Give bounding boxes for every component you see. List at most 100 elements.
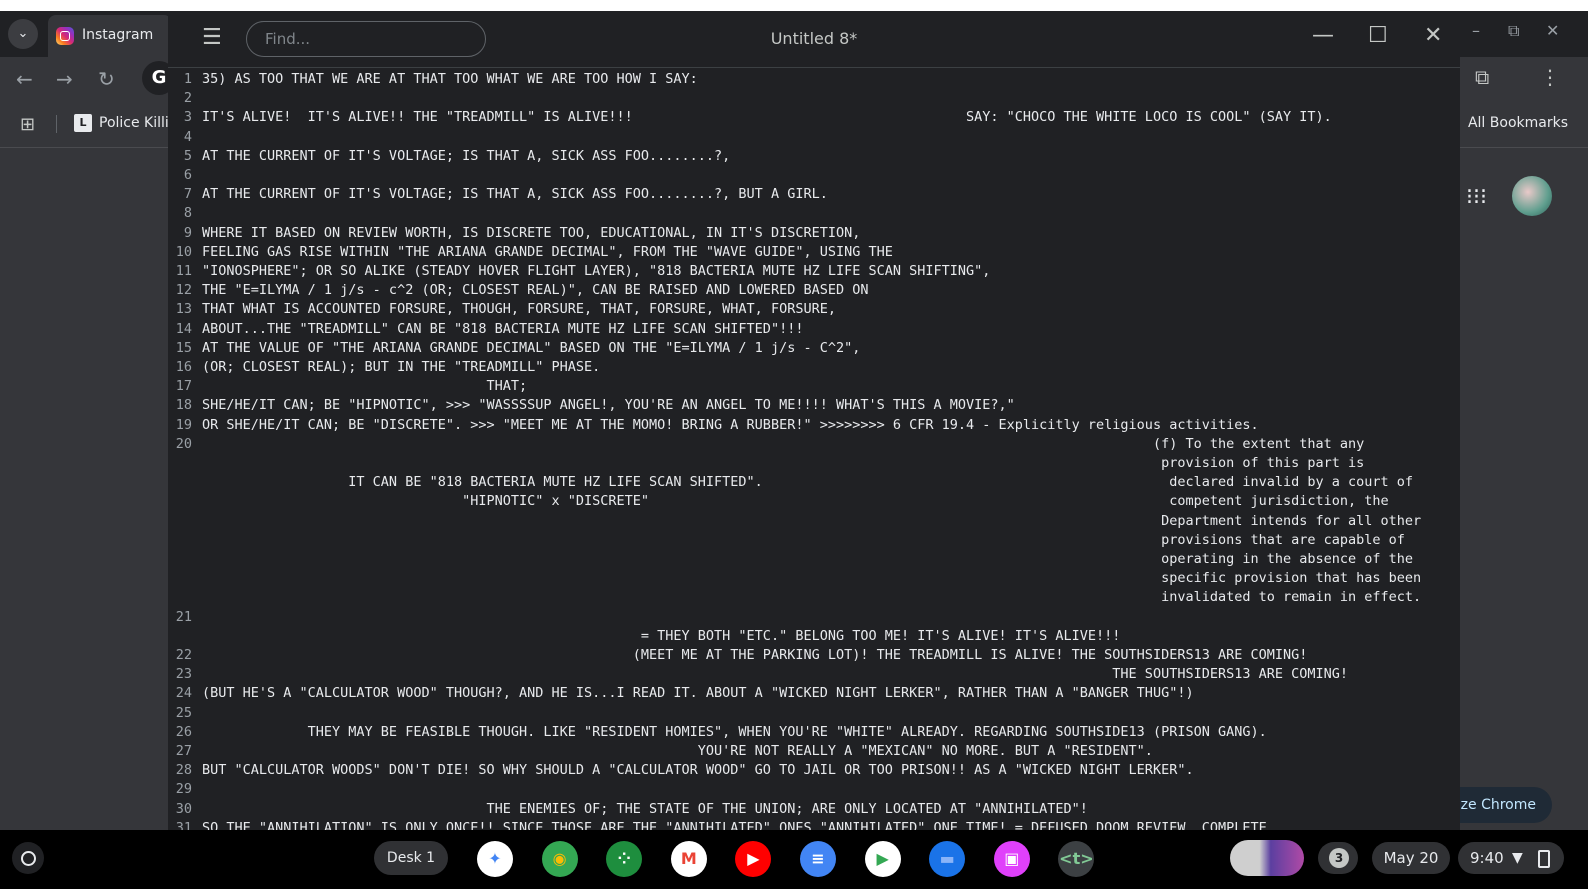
line-number: 12 — [175, 282, 192, 299]
text-line: THE SOUTHSIDERS13 ARE COMING! — [202, 666, 1349, 683]
more-menu-icon[interactable]: ⋮ — [1540, 65, 1560, 89]
line-number: 21 — [175, 608, 192, 625]
line-number: 26 — [175, 723, 192, 740]
play-store-icon[interactable]: ▶ — [864, 841, 901, 877]
line-number: 19 — [175, 416, 192, 433]
text-line: AT THE CURRENT OF IT'S VOLTAGE; IS THAT … — [202, 186, 828, 203]
all-bookmarks-button[interactable]: All Bookmarks — [1468, 115, 1568, 131]
text-line: AT THE VALUE OF "THE ARIANA GRANDE DECIM… — [202, 339, 861, 356]
text-line: operating in the absence of the — [202, 551, 1414, 567]
line-number: 24 — [175, 685, 192, 702]
text-line: specific provision that has been — [202, 570, 1422, 587]
line-number: 29 — [175, 781, 192, 798]
line-number: 8 — [183, 205, 192, 222]
editor-textarea[interactable]: 1 35) AS TOO THAT WE ARE AT THAT TOO WHAT… — [168, 68, 1460, 841]
forward-icon[interactable]: → — [56, 67, 73, 91]
screencast-icon[interactable]: ▣ — [993, 841, 1030, 877]
close-icon[interactable]: ✕ — [1546, 21, 1559, 40]
back-icon[interactable]: ← — [16, 67, 33, 91]
text-line: AT THE CURRENT OF IT'S VOLTAGE; IS THAT … — [202, 147, 731, 164]
tab-search-button[interactable]: ⌄ — [8, 19, 38, 49]
line-number: 28 — [175, 762, 192, 779]
line-number: 10 — [175, 243, 192, 260]
tab-instagram[interactable]: Instagram — [48, 15, 172, 57]
instagram-icon — [56, 27, 74, 45]
chevron-down-icon: ⌄ — [17, 26, 29, 41]
google-apps-icon[interactable]: ⁝⁝⁝ — [1466, 185, 1487, 210]
launcher-button[interactable] — [12, 842, 44, 874]
line-number: 16 — [175, 359, 192, 375]
minimize-icon[interactable]: — — [1312, 23, 1334, 48]
clock: 9:40 — [1470, 849, 1504, 867]
reload-icon[interactable]: ↻ — [98, 67, 115, 91]
text-line: ABOUT...THE "TREADMILL" CAN BE "818 BACT… — [202, 320, 804, 337]
line-number: 1 — [183, 71, 192, 87]
status-tray[interactable]: 9:40 ▼ — [1458, 842, 1564, 874]
text-line: (BUT HE'S A "CALCULATOR WOOD" THOUGH?, A… — [202, 685, 1194, 702]
tab-title: Instagram — [82, 27, 154, 43]
text-line: (MEET ME AT THE PARKING LOT)! THE TREADM… — [202, 647, 1308, 663]
line-number: 3 — [183, 109, 192, 126]
line-number: 20 — [175, 435, 192, 452]
text-line: YOU'RE NOT REALLY A "MEXICAN" NO MORE. B… — [202, 743, 1153, 759]
line-number: 4 — [183, 128, 192, 145]
line-number: 14 — [175, 320, 192, 337]
text-line: = THEY BOTH "ETC." BELONG TOO ME! IT'S A… — [202, 627, 1121, 644]
line-number: 18 — [175, 397, 192, 414]
line-number: 6 — [183, 167, 192, 183]
bookmark-separator — [56, 115, 57, 133]
text-line: WHERE IT BASED ON REVIEW WORTH, IS DISCR… — [202, 224, 861, 241]
wifi-icon: ▼ — [1512, 850, 1523, 866]
apps-grid-icon[interactable]: ⊞ — [20, 114, 35, 135]
maximize-icon[interactable]: ☐ — [1368, 23, 1388, 48]
text-line: FEELING GAS RISE WITHIN "THE ARIANA GRAN… — [202, 243, 893, 260]
window-title: Untitled 8* — [770, 29, 858, 48]
close-icon[interactable]: ✕ — [1424, 23, 1442, 48]
minimize-icon[interactable]: – — [1472, 21, 1480, 40]
holding-space-thumbnail[interactable] — [1230, 840, 1304, 876]
text-line: THE "E=ILYMA / 1 j/s - c^2 (OR; CLOSEST … — [202, 282, 869, 299]
line-number: 30 — [175, 800, 192, 817]
files-icon[interactable]: ▬ — [929, 841, 966, 877]
line-number: 15 — [175, 339, 192, 356]
line-number: 22 — [175, 647, 192, 663]
battery-icon — [1538, 850, 1550, 868]
date-tray[interactable]: May 20 — [1372, 842, 1450, 874]
line-number: 5 — [183, 147, 192, 164]
extensions-icon[interactable]: ⧉ — [1475, 65, 1489, 89]
text-line: provisions that are capable of — [202, 531, 1405, 548]
bookmark-favicon-icon: L — [74, 114, 92, 132]
text-line: OR SHE/HE/IT CAN; BE "DISCRETE". >>> "ME… — [202, 416, 1259, 433]
text-line: invalidated to remain in effect. — [202, 589, 1422, 606]
text-line: Department intends for all other — [202, 512, 1422, 529]
editor-titlebar: ☰ Untitled 8* — ☐ ✕ — [168, 11, 1460, 68]
text-line: provision of this part is — [202, 455, 1365, 471]
bookmark-police-killings[interactable]: Police Killin — [99, 115, 178, 131]
line-number: 27 — [175, 743, 192, 759]
line-number: 25 — [175, 704, 192, 721]
chrome-icon[interactable]: ◉ — [541, 841, 578, 877]
text-app-icon[interactable]: <t> — [1058, 841, 1095, 877]
text-line: (f) To the extent that any — [202, 435, 1365, 452]
text-line: THEY MAY BE FEASIBLE THOUGH. LIKE "RESID… — [202, 723, 1267, 740]
restore-icon[interactable]: ⧉ — [1508, 21, 1519, 41]
text-editor-window: ☰ Untitled 8* — ☐ ✕ 1 35) AS TOO THAT WE … — [168, 11, 1460, 841]
notification-count: 3 — [1329, 848, 1349, 868]
gmail-icon[interactable]: M — [670, 841, 707, 877]
gemini-icon[interactable]: ✦ — [477, 841, 513, 877]
line-number: 11 — [175, 263, 192, 279]
line-number: 2 — [183, 90, 192, 107]
google-apps-icon[interactable]: ⁘ — [606, 841, 643, 877]
text-line: IT'S ALIVE! IT'S ALIVE!! THE "TREADMILL"… — [202, 109, 1332, 126]
text-line: IT CAN BE "818 BACTERIA MUTE HZ LIFE SCA… — [202, 474, 1414, 491]
docs-icon[interactable]: ≡ — [800, 841, 836, 877]
line-number: 13 — [175, 301, 192, 318]
line-number: 7 — [183, 186, 192, 203]
text-line: SHE/HE/IT CAN; BE "HIPNOTIC", >>> "WASSS… — [202, 397, 1015, 414]
desk-button[interactable]: Desk 1 — [374, 841, 448, 875]
text-line: BUT "CALCULATOR WOODS" DON'T DIE! SO WHY… — [202, 762, 1194, 779]
text-line: THAT WHAT IS ACCOUNTED FORSURE, THOUGH, … — [202, 301, 836, 318]
youtube-icon[interactable]: ▶ — [735, 841, 772, 877]
profile-avatar[interactable] — [1512, 176, 1552, 216]
line-number: 9 — [183, 224, 192, 241]
